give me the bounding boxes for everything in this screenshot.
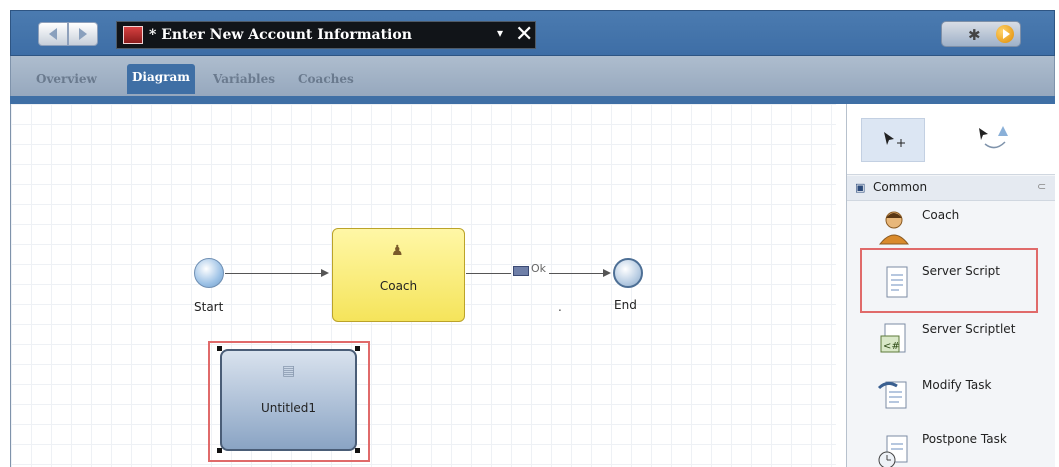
palette-item-label: Coach (922, 208, 960, 222)
process-title: * Enter New Account Information (149, 27, 412, 43)
resize-handle[interactable] (217, 448, 222, 453)
scriptlet-icon: <# (880, 323, 906, 353)
close-icon[interactable]: ✕ (515, 22, 533, 48)
pointer-icon (884, 132, 905, 147)
debug-icon[interactable]: ✱ (968, 26, 981, 44)
server-script-node[interactable]: ▤ Untitled1 (220, 349, 357, 451)
chevron-down-icon[interactable]: ▾ (497, 26, 503, 40)
back-button[interactable] (38, 22, 68, 46)
resize-handle[interactable] (355, 346, 360, 351)
svg-text:<#: <# (883, 341, 900, 352)
run-icon[interactable] (996, 25, 1014, 43)
palette-section-common[interactable]: ▣ Common ⊂ (847, 176, 1055, 201)
flow-label: Ok (531, 262, 547, 275)
palette-tools (847, 104, 1055, 175)
end-event[interactable] (613, 258, 643, 288)
forward-icon (79, 28, 87, 40)
palette-item-postpone-task[interactable]: Postpone Task (847, 424, 1055, 467)
end-label: End (614, 298, 637, 312)
server-script-node-label: Untitled1 (260, 401, 317, 415)
flow-start-coach[interactable] (225, 273, 324, 274)
process-icon (123, 26, 143, 44)
canvas-dot: . (558, 300, 562, 314)
arrowhead-icon (603, 269, 611, 277)
flow-coach-end[interactable] (466, 273, 511, 274)
diagram-canvas[interactable]: Start ♟ Coach Ok End . ▤ Untitled1 (10, 104, 836, 467)
coach-node[interactable]: ♟ Coach (332, 228, 465, 322)
tab-variables[interactable]: Variables (208, 66, 280, 92)
tab-coaches[interactable]: Coaches (293, 66, 359, 92)
person-icon: ♟ (391, 243, 404, 259)
start-event[interactable] (194, 258, 224, 288)
person-icon (878, 211, 910, 245)
collapse-icon[interactable]: ⊂ (1037, 180, 1046, 193)
palette-highlight-box (860, 248, 1038, 313)
palette-item-server-scriptlet[interactable]: <# Server Scriptlet (847, 314, 1055, 370)
tab-underline (10, 96, 1055, 104)
palette-item-label: Server Scriptlet (922, 322, 1016, 336)
tab-bar: Overview Diagram Variables Coaches (10, 56, 1055, 96)
resize-handle[interactable] (217, 346, 222, 351)
palette-section-label: Common (873, 180, 928, 194)
process-selector[interactable]: * Enter New Account Information ▾ ✕ (116, 21, 536, 49)
document-icon: ▤ (282, 363, 296, 379)
palette-item-modify-task[interactable]: Modify Task (847, 370, 1055, 426)
modify-task-icon (877, 381, 907, 409)
flow-flag-icon (513, 266, 529, 276)
tab-diagram[interactable]: Diagram (127, 64, 195, 94)
editor-titlebar: * Enter New Account Information ▾ ✕ ✱ (10, 10, 1055, 56)
connect-tool-button[interactable] (969, 118, 1019, 162)
coach-node-label: Coach (379, 279, 418, 293)
flow-coach-end-tail[interactable] (549, 273, 605, 274)
back-icon (49, 28, 57, 40)
connector-icon (979, 126, 1008, 149)
arrowhead-icon (321, 269, 329, 277)
grid-icon: ▣ (855, 181, 866, 194)
palette-item-label: Postpone Task (922, 432, 1007, 446)
resize-handle[interactable] (355, 448, 360, 453)
forward-button[interactable] (68, 22, 98, 46)
select-tool-button[interactable] (861, 118, 925, 162)
postpone-task-icon (878, 435, 908, 467)
start-label: Start (194, 300, 224, 314)
tab-overview[interactable]: Overview (31, 66, 102, 92)
palette-item-label: Modify Task (922, 378, 992, 392)
run-toolbar: ✱ (941, 21, 1021, 47)
